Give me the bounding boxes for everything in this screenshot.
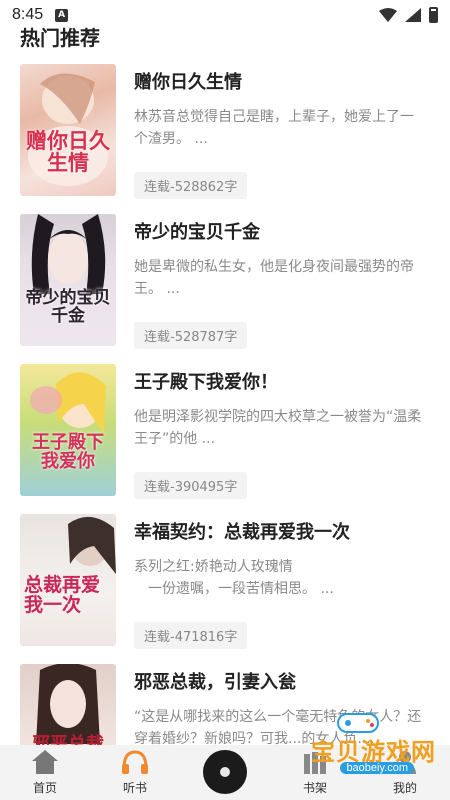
book-status-tag: 连载-528787字 <box>134 322 248 349</box>
book-description: 林苏音总觉得自己是瞎，上辈子，她爱上了一个渣男。 ... <box>134 109 414 147</box>
book-info: 幸福契约：总裁再爱我一次 系列之红:娇艳动人玫瑰情 一份遗嘱，一段苦情相思。 .… <box>134 514 430 649</box>
book-info: 帝少的宝贝千金 她是卑微的私生女，他是化身夜间最强势的帝王。 ... 连载-52… <box>134 214 430 349</box>
book-cover[interactable]: 帝少的宝贝千金 <box>20 214 116 346</box>
tab-player[interactable] <box>180 745 270 800</box>
cover-art <box>30 372 106 434</box>
book-item[interactable]: 赠你日久生情 赠你日久生情 林苏音总觉得自己是瞎，上辈子，她爱上了一个渣男。 .… <box>20 64 430 199</box>
battery-icon <box>429 7 438 23</box>
book-info: 赠你日久生情 林苏音总觉得自己是瞎，上辈子，她爱上了一个渣男。 ... 连载-5… <box>134 64 430 199</box>
disc-icon <box>203 749 247 794</box>
tab-label: 听书 <box>122 781 147 795</box>
book-cover[interactable]: 王子殿下我爱你 <box>20 364 116 496</box>
book-status-tag: 连载-471816字 <box>134 622 248 649</box>
tab-label: 首页 <box>32 781 57 795</box>
signal-icon <box>405 8 421 22</box>
book-cover[interactable]: 总裁再爱我一次 <box>20 514 116 646</box>
wifi-icon <box>379 8 397 22</box>
book-status-tag: 连载-528862字 <box>134 172 248 199</box>
book-item[interactable]: 总裁再爱我一次 幸福契约：总裁再爱我一次 系列之红:娇艳动人玫瑰情 一份遗嘱，一… <box>20 514 430 649</box>
book-title[interactable]: 王子殿下我爱你！ <box>134 368 430 394</box>
headphones-icon <box>118 747 152 777</box>
tab-bookshelf[interactable]: 书架 <box>270 745 360 800</box>
book-description: “这是从哪找来的这么一个毫无特色的女人？还穿着婚纱？新娘吗？可我...的女人负.… <box>134 709 422 747</box>
cover-title: 赠你日久生情 <box>26 128 110 176</box>
book-title[interactable]: 邪恶总裁，引妻入瓮 <box>134 668 430 694</box>
book-description: 系列之红:娇艳动人玫瑰情 一份遗嘱，一段苦情相思。 ... <box>134 559 334 597</box>
book-info: 王子殿下我爱你！ 他是明泽影视学院的四大校草之一被誉为“温柔王子”的他 ... … <box>134 364 430 499</box>
book-description: 他是明泽影视学院的四大校草之一被誉为“温柔王子”的他 ... <box>134 409 422 447</box>
status-icons <box>379 7 438 23</box>
book-status-tag: 连载-390495字 <box>134 472 248 499</box>
bottom-tab-bar: 首页 听书 书架 我的 <box>0 745 450 800</box>
bookshelf-icon <box>298 747 332 777</box>
tab-label: 我的 <box>392 781 417 795</box>
cover-title: 帝少的宝贝千金 <box>25 288 111 326</box>
cover-art <box>31 214 106 294</box>
tab-home[interactable]: 首页 <box>0 745 90 800</box>
tab-audiobook[interactable]: 听书 <box>90 745 180 800</box>
book-title[interactable]: 赠你日久生情 <box>134 68 430 94</box>
section-title: 热门推荐 <box>20 26 100 50</box>
book-cover[interactable]: 赠你日久生情 <box>20 64 116 196</box>
home-icon <box>28 747 62 777</box>
book-title[interactable]: 帝少的宝贝千金 <box>134 218 430 244</box>
tab-label: 书架 <box>302 781 327 795</box>
book-title[interactable]: 幸福契约：总裁再爱我一次 <box>134 518 430 544</box>
cover-title: 总裁再爱我一次 <box>24 574 101 616</box>
user-icon <box>388 747 422 777</box>
book-item[interactable]: 王子殿下我爱你 王子殿下我爱你！ 他是明泽影视学院的四大校草之一被誉为“温柔王子… <box>20 364 430 499</box>
tab-profile[interactable]: 我的 <box>360 745 450 800</box>
cover-title: 王子殿下我爱你 <box>32 432 104 472</box>
notification-icon: A <box>55 8 69 22</box>
book-description: 她是卑微的私生女，他是化身夜间最强势的帝王。 ... <box>134 259 414 297</box>
book-item[interactable]: 帝少的宝贝千金 帝少的宝贝千金 她是卑微的私生女，他是化身夜间最强势的帝王。 .… <box>20 214 430 349</box>
